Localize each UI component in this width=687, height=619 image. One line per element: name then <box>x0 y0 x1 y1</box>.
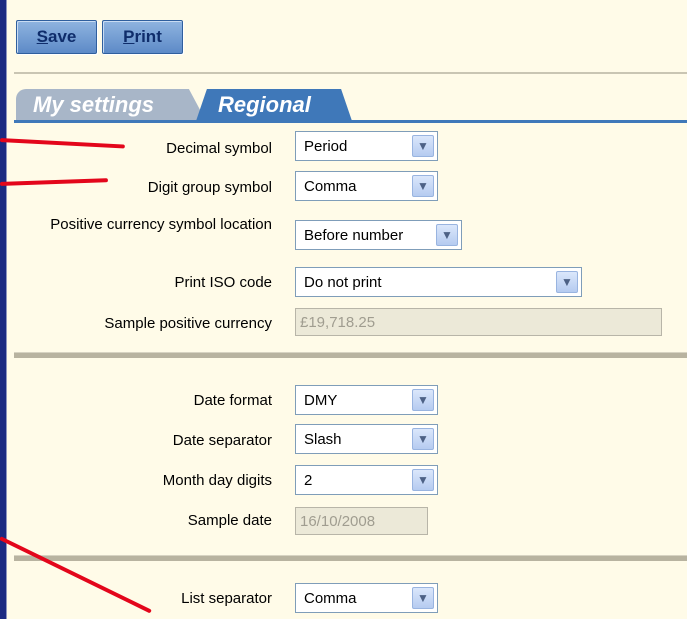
positive-currency-location-select[interactable]: Before number ▼ <box>295 220 462 250</box>
chevron-down-icon[interactable]: ▼ <box>412 175 434 197</box>
date-separator-label: Date separator <box>172 432 272 449</box>
tab-bar-underline <box>14 120 687 123</box>
print-iso-code-select[interactable]: Do not print ▼ <box>295 267 582 297</box>
window-left-border-highlight <box>6 0 7 619</box>
section-divider <box>14 555 687 561</box>
month-day-digits-select[interactable]: 2 ▼ <box>295 465 438 495</box>
section-divider <box>14 352 687 358</box>
sample-positive-currency-label: Sample positive currency <box>104 315 272 332</box>
date-format-select[interactable]: DMY ▼ <box>295 385 438 415</box>
print-mnemonic: P <box>123 27 135 46</box>
date-format-label: Date format <box>193 392 272 409</box>
chevron-down-icon[interactable]: ▼ <box>436 224 458 246</box>
save-mnemonic: S <box>36 27 48 46</box>
digit-group-symbol-select[interactable]: Comma ▼ <box>295 171 438 201</box>
chevron-down-icon[interactable]: ▼ <box>412 469 434 491</box>
positive-currency-location-label: Positive currency symbol location <box>50 216 272 233</box>
tab-my-settings-label: My settings <box>33 92 155 117</box>
print-button[interactable]: Print <box>102 20 183 54</box>
tab-regional[interactable]: Regional <box>196 89 352 121</box>
decimal-symbol-value: Period <box>304 137 348 155</box>
tab-regional-label: Regional <box>218 92 311 117</box>
save-label: ave <box>47 27 77 46</box>
tab-my-settings[interactable]: My settings <box>16 89 206 121</box>
list-separator-label: List separator <box>181 590 272 607</box>
month-day-digits-label: Month day digits <box>162 472 272 489</box>
sample-date-field: 16/10/2008 <box>295 507 428 535</box>
date-separator-value: Slash <box>304 430 342 448</box>
chevron-down-icon[interactable]: ▼ <box>412 135 434 157</box>
decimal-symbol-label: Decimal symbol <box>166 140 272 157</box>
print-iso-code-label: Print ISO code <box>174 274 272 291</box>
chevron-down-icon[interactable]: ▼ <box>412 428 434 450</box>
chevron-down-icon[interactable]: ▼ <box>412 389 434 411</box>
annotation-arrow-digit-group <box>0 178 109 186</box>
annotation-arrow-list-separator <box>0 536 152 614</box>
chevron-down-icon[interactable]: ▼ <box>556 271 578 293</box>
print-label: rint <box>134 27 162 46</box>
sample-date-label: Sample date <box>187 512 272 529</box>
sample-date-value: 16/10/2008 <box>300 512 376 530</box>
save-button[interactable]: Save <box>16 20 97 54</box>
sample-positive-currency-field: £19,718.25 <box>295 308 662 336</box>
sample-positive-currency-value: £19,718.25 <box>300 313 376 331</box>
date-format-value: DMY <box>304 391 338 409</box>
annotation-arrow-decimal <box>0 138 125 149</box>
decimal-symbol-select[interactable]: Period ▼ <box>295 131 438 161</box>
chevron-down-icon[interactable]: ▼ <box>412 587 434 609</box>
digit-group-symbol-value: Comma <box>304 177 357 195</box>
list-separator-select[interactable]: Comma ▼ <box>295 583 438 613</box>
positive-currency-location-value: Before number <box>304 226 404 244</box>
date-separator-select[interactable]: Slash ▼ <box>295 424 438 454</box>
print-iso-code-value: Do not print <box>304 273 382 291</box>
digit-group-symbol-label: Digit group symbol <box>147 179 272 196</box>
list-separator-value: Comma <box>304 589 357 607</box>
toolbar-divider <box>14 72 687 74</box>
month-day-digits-value: 2 <box>304 471 313 489</box>
